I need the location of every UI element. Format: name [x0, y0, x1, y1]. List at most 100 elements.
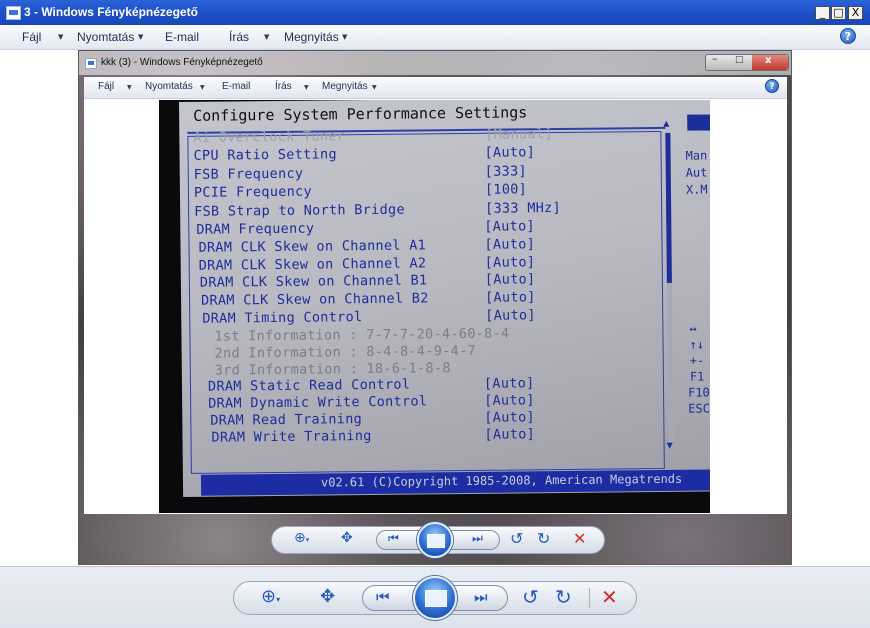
- delete-icon[interactable]: ✕: [601, 585, 618, 609]
- rotate-ccw-icon[interactable]: ↺: [522, 585, 539, 609]
- scroll-down-icon: ▼: [666, 440, 673, 450]
- bios-setting-value: [Auto]: [483, 375, 535, 392]
- bios-key-hint: ↔: [689, 321, 697, 336]
- help-icon[interactable]: ?: [840, 28, 856, 44]
- chevron-down-icon: ▼: [200, 84, 205, 91]
- minimize-button[interactable]: –: [712, 52, 718, 65]
- fit-icon[interactable]: ✥: [341, 530, 353, 546]
- menu-burn[interactable]: Írás: [229, 30, 249, 44]
- bios-setting-value: [Auto]: [484, 289, 536, 306]
- menu-burn[interactable]: Írás: [275, 81, 292, 92]
- inner-title-bar: kkk (3) - Windows Fényképnézegető – □ x: [79, 51, 791, 75]
- bios-setting-label: DRAM Dynamic Write Control: [208, 393, 428, 412]
- bios-setting-label: PCIE Frequency: [193, 183, 313, 201]
- bios-setting-label: CPU Ratio Setting: [193, 146, 337, 164]
- close-button[interactable]: x: [752, 55, 788, 70]
- bios-setting-value: [Auto]: [484, 254, 536, 271]
- maximize-button[interactable]: □: [735, 55, 744, 65]
- slideshow-screen: [427, 534, 445, 548]
- menu-file[interactable]: Fájl: [98, 81, 114, 92]
- bios-setting-value: [Auto]: [484, 392, 535, 409]
- rotate-cw-icon[interactable]: ↻: [537, 529, 550, 548]
- close-icon: x: [765, 55, 772, 66]
- close-button[interactable]: X: [848, 6, 863, 20]
- bios-key-hint: F1: [689, 369, 705, 384]
- bios-help-line: X.M: [685, 182, 708, 197]
- chevron-down-icon: ▼: [58, 33, 64, 41]
- zoom-icon[interactable]: ⊕▾: [261, 586, 280, 607]
- bios-key-hint: ESC: [688, 401, 710, 416]
- bios-setting-label: DRAM Static Read Control: [207, 376, 411, 395]
- slideshow-icon[interactable]: [417, 522, 453, 558]
- bios-setting-label: DRAM Read Training: [210, 411, 363, 429]
- prev-icon[interactable]: ⏮: [376, 588, 390, 606]
- rotate-ccw-icon[interactable]: ↺: [510, 529, 523, 548]
- rotate-cw-icon[interactable]: ↻: [555, 585, 572, 609]
- next-icon[interactable]: ⏭: [474, 588, 488, 606]
- fit-icon[interactable]: ✥: [320, 586, 335, 607]
- menu-print[interactable]: Nyomtatás: [145, 81, 193, 92]
- menu-email[interactable]: E-mail: [165, 30, 199, 44]
- bios-setting-label: DRAM CLK Skew on Channel B2: [200, 290, 429, 309]
- bios-scroll-thumb: [665, 132, 672, 283]
- inner-viewer-toolbar: ⊕▾ ✥ ⏮ ⏭ ↺ ↻ ✕: [84, 514, 787, 564]
- bios-setting-value: [Auto]: [485, 307, 536, 324]
- bios-setting-value: [Auto]: [484, 218, 535, 235]
- bios-key-hint: ↑↓: [689, 337, 705, 352]
- bios-setting-value: [333]: [484, 163, 527, 180]
- chevron-down-icon: ▼: [342, 33, 348, 41]
- photo-image: Configure System Performance Settings Ai…: [159, 100, 710, 513]
- menu-print[interactable]: Nyomtatás: [77, 30, 134, 44]
- bios-setting-label: FSB Frequency: [193, 165, 304, 183]
- bios-setting-label: DRAM CLK Skew on Channel A2: [198, 255, 427, 274]
- inner-menu-bar: Fájl ▼ Nyomtatás ▼ E-mail Írás ▼ Megnyit…: [84, 77, 787, 99]
- outer-window-title: 3 - Windows Fényképnézegető: [24, 5, 198, 19]
- outer-title-bar: 3 - Windows Fényképnézegető _ □ X: [0, 0, 870, 25]
- bios-key-hint: F10: [687, 385, 710, 400]
- bios-setting-label: FSB Strap to North Bridge: [194, 201, 405, 220]
- prev-icon[interactable]: ⏮: [388, 531, 399, 546]
- zoom-icon[interactable]: ⊕▾: [294, 530, 309, 546]
- menu-file[interactable]: Fájl: [22, 30, 41, 44]
- bios-setting-value: [Auto]: [484, 409, 535, 426]
- bios-setting-value: [333 MHz]: [485, 200, 562, 217]
- outer-menu-bar: Fájl ▼ Nyomtatás ▼ E-mail Írás ▼ Megnyit…: [0, 25, 870, 50]
- bios-help-line: Aut: [685, 165, 708, 180]
- bios-setting-value: [Manual]: [485, 126, 553, 143]
- inner-window-title: kkk (3) - Windows Fényképnézegető: [101, 57, 263, 68]
- bios-setting-value: [Auto]: [484, 271, 536, 288]
- next-icon[interactable]: ⏭: [472, 531, 483, 546]
- photo-viewer-app-icon: [6, 6, 21, 20]
- outer-viewer-toolbar: ⊕▾ ✥ ⏮ ⏭ ↺ ↻ ✕: [0, 566, 870, 628]
- bios-help-line: Man: [685, 148, 708, 163]
- bios-setting-label: Ai Overclock Tuner: [193, 128, 346, 146]
- chevron-down-icon: ▼: [372, 84, 377, 91]
- bios-setting-label: 2nd Information : 8-4-8-4-9-4-7: [214, 342, 476, 362]
- bios-setting-label: DRAM CLK Skew on Channel B1: [199, 272, 428, 291]
- bios-setting-label: DRAM Write Training: [211, 428, 372, 446]
- bios-setting-label: DRAM Frequency: [196, 220, 315, 238]
- menu-open[interactable]: Megnyitás: [322, 81, 368, 92]
- delete-icon[interactable]: ✕: [573, 529, 586, 548]
- chevron-down-icon: ▼: [304, 84, 309, 91]
- bios-setting-value: [Auto]: [484, 144, 536, 161]
- bios-setting-value: [Auto]: [484, 236, 536, 253]
- bios-scrollbar: ▲ ▼: [663, 118, 676, 450]
- bios-setting-label: 3rd Information : 18-6-1-8-8: [214, 360, 451, 379]
- menu-email[interactable]: E-mail: [222, 81, 250, 92]
- bios-help-panel: Man Aut X.M ↔ ↑↓ +- F1 F10 ESC: [679, 100, 710, 472]
- help-icon[interactable]: ?: [765, 79, 779, 93]
- bios-settings-list: Ai Overclock Tuner [Manual] CPU Ratio Sett…: [179, 100, 663, 482]
- slideshow-icon[interactable]: [413, 576, 457, 620]
- minimize-button[interactable]: _: [815, 6, 830, 20]
- maximize-button[interactable]: □: [831, 6, 846, 20]
- toolbar-separator: [589, 588, 590, 608]
- scroll-up-icon: ▲: [663, 118, 670, 128]
- menu-open[interactable]: Megnyitás: [284, 30, 339, 44]
- bios-screen: Configure System Performance Settings Ai…: [179, 100, 710, 497]
- bios-setting-value: [Auto]: [484, 426, 536, 443]
- bios-setting-value: [100]: [484, 181, 528, 198]
- chevron-down-icon: ▼: [127, 84, 132, 91]
- bios-copyright: v02.61 (C)Copyright 1985-2008, American …: [320, 471, 683, 490]
- bios-setting-label: DRAM Timing Control: [202, 309, 363, 327]
